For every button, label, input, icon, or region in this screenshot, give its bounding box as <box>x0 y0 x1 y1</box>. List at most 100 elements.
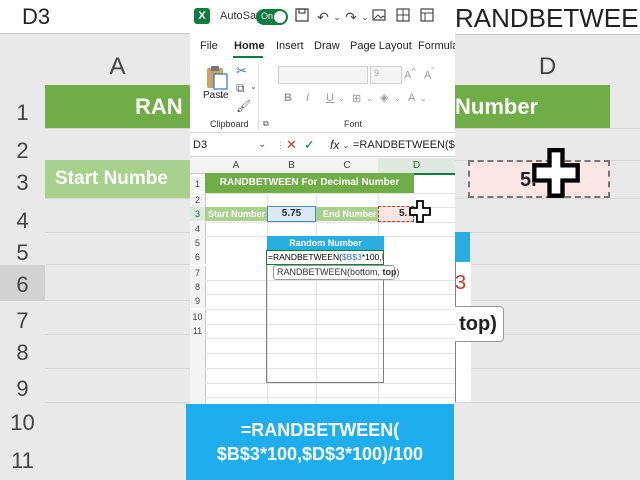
bg-row-7: 7 <box>16 308 29 333</box>
bg-column-a: A <box>109 53 126 80</box>
row-header-8[interactable]: 8 <box>190 280 206 294</box>
row-header-2[interactable]: 2 <box>190 193 206 207</box>
row-header-11[interactable]: 11 <box>190 324 206 338</box>
font-group-label: Font <box>344 119 363 129</box>
formula-bar-divider-icon: ⋮ <box>276 140 285 150</box>
tooltip-end: ) <box>396 267 400 277</box>
font-size-value: 9 <box>374 68 380 78</box>
cell-cursor-icon <box>409 200 431 223</box>
bg-red-ref: 3 <box>455 272 467 294</box>
clipboard-launcher-icon[interactable]: ⧉ <box>263 119 269 129</box>
select-all-corner[interactable] <box>190 158 205 174</box>
function-tooltip[interactable]: RANDBETWEEN(bottom, top) <box>273 265 400 280</box>
clipboard-group-label: Clipboard <box>210 119 249 129</box>
start-number-label[interactable]: Start Number <box>205 207 267 221</box>
active-menu-indicator <box>233 56 263 58</box>
formula-input[interactable]: =RANDBETWEEN($B$3 <box>353 139 455 151</box>
save-icon[interactable] <box>293 8 311 26</box>
column-header-c[interactable]: C <box>316 158 378 174</box>
toggle-knob <box>274 11 286 23</box>
copy-dropdown-icon[interactable]: ⌄ <box>250 82 257 91</box>
borders-icon[interactable]: ⊞ <box>352 92 361 105</box>
edit-ref-d3: D3 <box>382 252 383 262</box>
tooltip-arg: top <box>382 267 397 277</box>
format-painter-icon[interactable]: 🖌 <box>236 99 251 113</box>
row-header-6[interactable]: 6 <box>190 250 206 264</box>
bg-row-11: 11 <box>11 448 34 473</box>
menu-formulas[interactable]: Formulas <box>418 40 455 52</box>
cancel-icon[interactable]: ✕ <box>286 137 297 153</box>
copy-icon[interactable]: ⧉ <box>236 81 245 96</box>
bg-name-box: D3 <box>0 0 190 34</box>
paste-label: Paste <box>203 90 229 101</box>
start-number-value[interactable]: 5.75 <box>267 206 316 222</box>
row-header-4[interactable]: 4 <box>190 222 206 236</box>
menu-home[interactable]: Home <box>234 40 265 52</box>
tooltip-func: RANDBETWEEN(bottom, <box>277 267 383 277</box>
row-header-3[interactable]: 3 <box>190 207 206 221</box>
font-color-dropdown-icon[interactable]: ⌄ <box>420 94 427 103</box>
end-number-label[interactable]: End Number <box>316 207 378 221</box>
menu-insert[interactable]: Insert <box>276 40 304 52</box>
underline-button[interactable]: U <box>326 92 334 104</box>
insert-function-button[interactable]: fx <box>330 138 339 152</box>
bg-start-label: Start Numbe <box>45 160 190 198</box>
shrink-font-icon[interactable]: Aˇ <box>424 66 434 82</box>
bg-title-fragment: RAN <box>45 85 190 128</box>
formula-caption: =RANDBETWEEN( $B$3*100,$D$3*100)/100 <box>186 404 454 480</box>
random-number-column <box>266 265 384 383</box>
paste-icon[interactable] <box>204 64 228 90</box>
borders-dropdown-icon[interactable]: ⌄ <box>366 94 373 103</box>
table-icon[interactable] <box>418 8 436 26</box>
column-header-a[interactable]: A <box>205 158 267 174</box>
bg-row-2: 2 <box>16 138 29 163</box>
autosave-toggle[interactable]: On <box>256 9 288 25</box>
enter-icon[interactable]: ✓ <box>304 137 315 153</box>
menu-file[interactable]: File <box>200 40 218 52</box>
bg-tooltip-fragment: top) <box>452 306 504 342</box>
image-icon[interactable] <box>370 8 388 26</box>
name-box-dropdown-icon[interactable]: ⌄ <box>258 139 266 150</box>
bg-row-3: 3 <box>16 170 29 195</box>
bg-row-9: 9 <box>16 376 29 401</box>
bg-formula-text: RANDBETWEEN($B$3 <box>455 0 640 35</box>
bg-row-1: 1 <box>16 100 29 125</box>
ribbon-divider <box>258 64 259 130</box>
row-header-5[interactable]: 5 <box>190 236 206 250</box>
underline-dropdown-icon[interactable]: ⌄ <box>338 94 345 103</box>
bg-row-10: 10 <box>10 410 35 435</box>
row-header-10[interactable]: 10 <box>190 310 206 324</box>
edit-mid: *100, <box>361 252 382 262</box>
menu-page-layout[interactable]: Page Layout <box>350 40 412 52</box>
column-header-b[interactable]: B <box>267 158 316 174</box>
grid-icon[interactable] <box>394 8 412 26</box>
paste-dropdown-icon[interactable]: ⌄ <box>218 91 225 100</box>
editing-cell[interactable]: =RANDBETWEEN($B$3*100,D3 <box>266 250 384 265</box>
edit-func: =RANDBETWEEN( <box>268 252 342 262</box>
random-number-header[interactable]: Random Number <box>267 236 384 250</box>
cut-icon[interactable]: ✂ <box>236 63 247 79</box>
excel-logo-icon: X <box>194 8 210 24</box>
bg-row-8: 8 <box>16 340 29 365</box>
font-color-icon[interactable]: A <box>408 92 415 104</box>
fill-color-icon[interactable]: ◈ <box>380 91 388 104</box>
fx-dropdown-icon[interactable]: ⌄ <box>342 140 350 151</box>
toggle-label: On <box>261 11 274 21</box>
font-name-box[interactable] <box>278 66 368 84</box>
title-cell[interactable]: RANDBETWEEN For Decimal Number <box>205 173 414 193</box>
bg-row-6: 6 <box>16 272 29 297</box>
bold-button[interactable]: B <box>284 92 292 104</box>
italic-button[interactable]: I <box>306 92 309 104</box>
row-header-filler <box>190 338 206 404</box>
grow-font-icon[interactable]: A^ <box>404 66 416 82</box>
bg-row-4: 4 <box>16 208 29 233</box>
menu-draw[interactable]: Draw <box>314 40 340 52</box>
fill-dropdown-icon[interactable]: ⌄ <box>394 94 401 103</box>
font-size-box[interactable]: 9 <box>370 66 402 84</box>
caption-line-2: $B$3*100,$D$3*100)/100 <box>216 444 424 464</box>
row-header-1[interactable]: 1 <box>190 177 206 191</box>
edit-ref-b3: $B$3 <box>341 252 362 262</box>
row-header-7[interactable]: 7 <box>190 266 206 280</box>
row-header-9[interactable]: 9 <box>190 294 206 308</box>
name-box[interactable]: D3 <box>193 139 207 151</box>
